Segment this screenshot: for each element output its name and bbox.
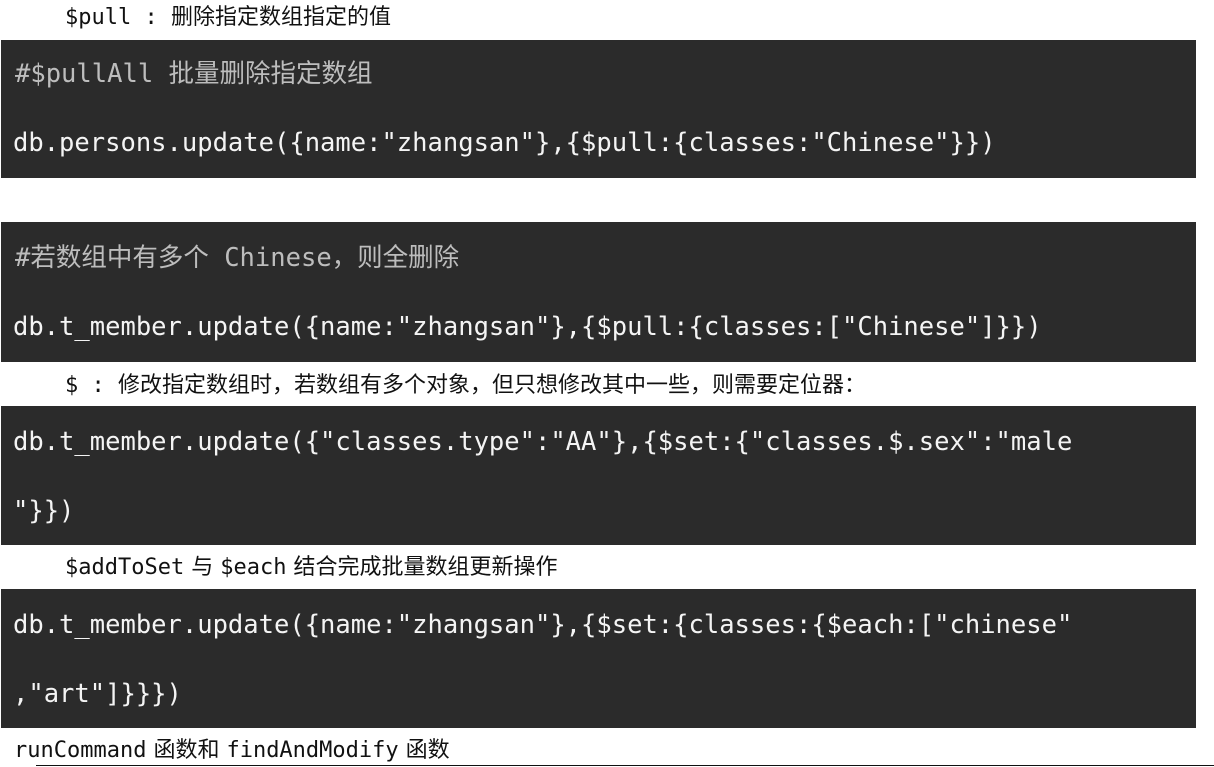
separator: : [131,5,171,30]
heading-text: 函数 [398,738,450,763]
code-line: db.t_member.update({"classes.type":"AA"}… [13,427,1073,457]
code-line: ,"art"]}}}) [13,679,182,709]
separator: : [78,373,118,398]
inline-code: $pull [65,5,132,30]
code-line: db.persons.update({name:"zhangsan"},{$pu… [13,128,996,158]
inline-code: $each [220,555,287,580]
code-block-3: db.t_member.update({"classes.type":"AA"}… [1,406,1196,545]
note-text: 结合完成批量数组更新操作 [286,555,558,580]
inline-code: runCommand [14,738,147,763]
code-line: db.t_member.update({name:"zhangsan"},{$p… [13,312,1042,342]
inline-code: findAndModify [226,738,399,763]
code-comment: #若数组中有多个 Chinese，则全删除 [15,243,460,273]
code-block-4: db.t_member.update({name:"zhangsan"},{$s… [1,589,1196,728]
divider [36,765,1214,766]
note-text: 修改指定数组时，若数组有多个对象，但只想修改其中一些，则需要定位器： [118,373,867,398]
code-line: "}}) [13,496,75,526]
note-addtoset: $addToSet 与 $each 结合完成批量数组更新操作 [65,554,557,582]
code-line: db.t_member.update({name:"zhangsan"},{$s… [13,610,1073,640]
code-comment: #$pullAll 批量删除指定数组 [15,59,373,89]
inline-code: $addToSet [65,555,185,580]
code-block-1: #$pullAll 批量删除指定数组 db.persons.update({na… [1,40,1196,178]
note-text: 与 [184,555,221,580]
note-positional: $ : 修改指定数组时，若数组有多个对象，但只想修改其中一些，则需要定位器： [65,372,866,400]
heading-text: 函数和 [146,738,227,763]
note-text: 删除指定数组指定的值 [170,5,391,30]
note-pull: $pull : 删除指定数组指定的值 [65,4,391,32]
code-block-2: #若数组中有多个 Chinese，则全删除 db.t_member.update… [1,222,1196,362]
section-heading: runCommand 函数和 findAndModify 函数 [14,737,450,765]
inline-code: $ [65,373,79,398]
